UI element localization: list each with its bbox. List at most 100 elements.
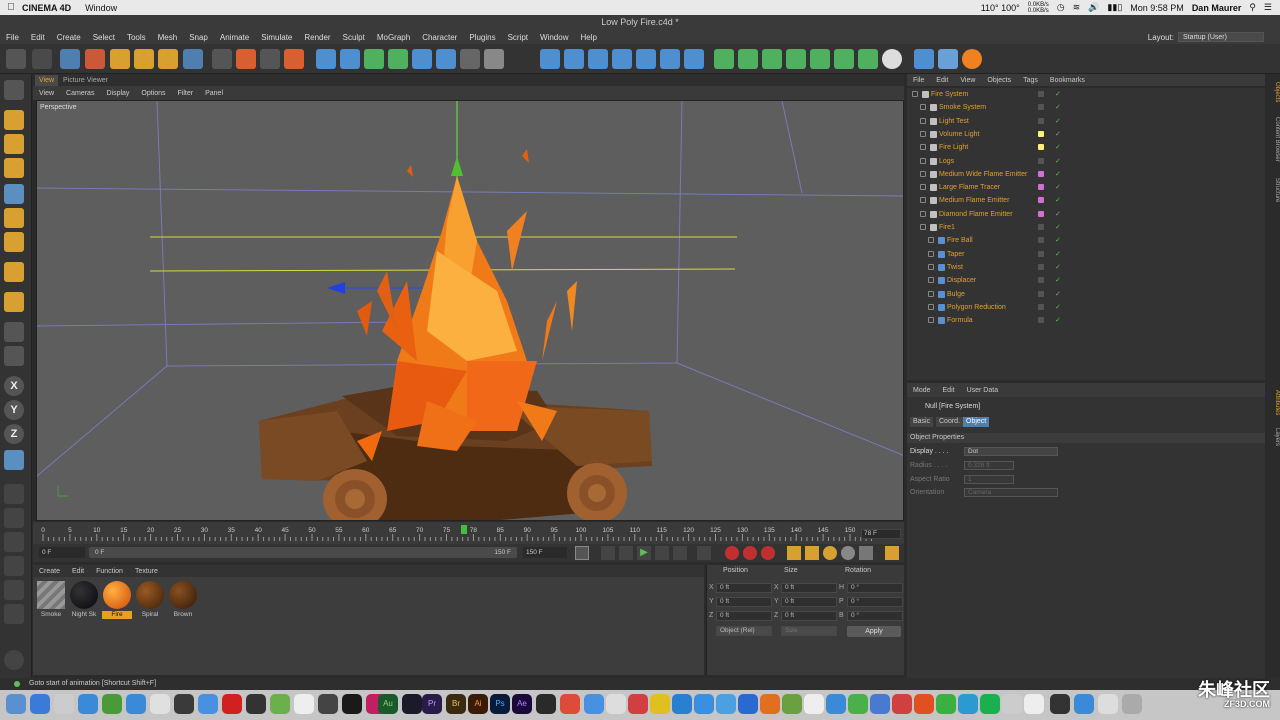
audition-icon[interactable]: Au	[378, 694, 398, 714]
size-y-field[interactable]: 0 ft	[781, 597, 837, 607]
polygons-tool-icon[interactable]	[4, 232, 24, 252]
layer-color-swatch[interactable]	[1038, 263, 1044, 270]
object-row[interactable]: Light Test ✓	[907, 115, 1265, 128]
app-icon-19[interactable]	[892, 694, 912, 714]
layer-color-swatch[interactable]	[1038, 157, 1044, 164]
app-icon-2[interactable]	[270, 694, 290, 714]
object-row[interactable]: Fire1 ✓	[907, 221, 1265, 234]
expand-toggle-icon[interactable]	[920, 210, 926, 217]
battery-icon[interactable]: ▮▮▯	[1107, 2, 1122, 13]
apply-button[interactable]: Apply	[847, 626, 901, 637]
goto-end-icon[interactable]	[697, 546, 711, 560]
expand-toggle-icon[interactable]	[928, 237, 934, 244]
terminal-icon[interactable]	[246, 694, 266, 714]
object-row[interactable]: Bulge ✓	[907, 288, 1265, 301]
menu-sculpt[interactable]: Sculpt	[337, 33, 371, 42]
mograph-icon[interactable]	[858, 49, 878, 69]
expand-toggle-icon[interactable]	[920, 224, 926, 230]
subdivision-icon[interactable]	[364, 49, 384, 69]
perspective-viewport[interactable]: Perspective	[36, 100, 904, 521]
preview-range-slider[interactable]: 0 F 150 F	[89, 547, 517, 558]
obj-menu-bookmarks[interactable]: Bookmarks	[1044, 77, 1091, 84]
attr-tab-basic[interactable]: Basic	[910, 417, 934, 427]
app-icon-14[interactable]	[716, 694, 736, 714]
app-icon-9[interactable]	[606, 694, 626, 714]
vp-menu-cameras[interactable]: Cameras	[60, 90, 100, 97]
menu-edit[interactable]: Edit	[25, 33, 51, 42]
aspect-ratio-field[interactable]: 1	[964, 475, 1014, 484]
object-row[interactable]: Smoke System ✓	[907, 101, 1265, 114]
vp-menu-view[interactable]: View	[33, 90, 60, 97]
app-icon-3[interactable]	[294, 694, 314, 714]
illustrator-icon[interactable]: Ai	[468, 694, 488, 714]
photos-icon[interactable]	[126, 694, 146, 714]
redo-icon[interactable]	[32, 49, 52, 69]
position-y-field[interactable]: 0 ft	[716, 597, 772, 607]
app-icon-24[interactable]	[1024, 694, 1044, 714]
record-icon[interactable]	[725, 546, 739, 560]
safari-icon[interactable]	[78, 694, 98, 714]
prev-key-icon[interactable]	[601, 546, 615, 560]
calculator-icon[interactable]	[174, 694, 194, 714]
points-mode-icon[interactable]	[540, 49, 560, 69]
expand-toggle-icon[interactable]	[920, 157, 926, 164]
timeline-ruler[interactable]: 0 5 10 15 20 25 30 35 40 45 50 55 60 65 70 75 78 85 90 95 10…	[33, 522, 904, 544]
object-name[interactable]: Smoke System	[939, 101, 986, 114]
rotation-h-field[interactable]: 0 °	[847, 583, 903, 593]
emitter-icon[interactable]	[834, 49, 854, 69]
app-icon-15[interactable]	[760, 694, 780, 714]
camera-icon[interactable]	[460, 49, 480, 69]
calendar-icon[interactable]	[150, 694, 170, 714]
display-dropdown[interactable]: Dot	[964, 447, 1058, 456]
expand-toggle-icon[interactable]	[920, 104, 926, 111]
layout-dropdown[interactable]: Startup (User)	[1178, 32, 1264, 42]
edges-mode-icon[interactable]	[564, 49, 584, 69]
workplane-icon[interactable]	[660, 49, 680, 69]
particles-icon[interactable]	[810, 49, 830, 69]
enabled-check-icon[interactable]: ✓	[1055, 155, 1061, 168]
object-name[interactable]: Medium Flame Emitter	[939, 194, 1009, 207]
attr-menu-edit[interactable]: Edit	[937, 387, 961, 394]
spline-pen-icon[interactable]	[340, 49, 360, 69]
make-editable-icon[interactable]	[4, 80, 24, 100]
volume-icon[interactable]: 🔊	[1088, 2, 1099, 13]
object-name[interactable]: Medium Wide Flame Emitter	[939, 168, 1027, 181]
tab-picture-viewer[interactable]: Picture Viewer	[59, 75, 112, 86]
x-axis-icon[interactable]: X	[4, 376, 24, 396]
layer-color-swatch[interactable]	[1038, 104, 1044, 111]
enabled-check-icon[interactable]: ✓	[1055, 194, 1061, 207]
plugin-s-icon[interactable]	[962, 49, 982, 69]
object-row[interactable]: Displacer ✓	[907, 274, 1265, 287]
next-key-icon[interactable]	[673, 546, 687, 560]
enabled-check-icon[interactable]: ✓	[1055, 101, 1061, 114]
textedit-icon[interactable]	[804, 694, 824, 714]
after-effects-icon[interactable]: Ae	[512, 694, 532, 714]
clock-icon[interactable]: ◷	[1057, 2, 1065, 13]
menu-snap[interactable]: Snap	[183, 33, 214, 42]
pull-brush-icon[interactable]	[4, 532, 24, 552]
enabled-check-icon[interactable]: ✓	[1055, 288, 1061, 301]
object-name[interactable]: Formula	[947, 314, 973, 327]
object-row[interactable]: Fire Light ✓	[907, 141, 1265, 154]
layer-color-swatch[interactable]	[1038, 237, 1044, 244]
rotation-b-field[interactable]: 0 °	[847, 611, 903, 621]
texture-mode-icon[interactable]	[636, 49, 656, 69]
enabled-check-icon[interactable]: ✓	[1055, 128, 1061, 141]
position-z-field[interactable]: 0 ft	[716, 611, 772, 621]
mat-menu-texture[interactable]: Texture	[129, 568, 164, 575]
object-name[interactable]: Fire Ball	[947, 234, 973, 247]
material-night-sky[interactable]: Night Sk	[69, 581, 99, 619]
app-icon-10[interactable]	[628, 694, 648, 714]
floor-icon[interactable]	[436, 49, 456, 69]
app-icon[interactable]	[222, 694, 242, 714]
flatten-brush-icon[interactable]	[4, 580, 24, 600]
object-name[interactable]: Displacer	[947, 274, 976, 287]
expand-toggle-icon[interactable]	[920, 197, 926, 204]
wifi-icon[interactable]: ≋	[1073, 2, 1081, 13]
object-name[interactable]: Twist	[947, 261, 963, 274]
premiere-icon[interactable]: Pr	[422, 694, 442, 714]
expand-toggle-icon[interactable]	[928, 250, 934, 257]
obj-menu-edit[interactable]: Edit	[930, 77, 954, 84]
cube-icon[interactable]	[316, 49, 336, 69]
key-scale-icon[interactable]	[805, 546, 819, 560]
